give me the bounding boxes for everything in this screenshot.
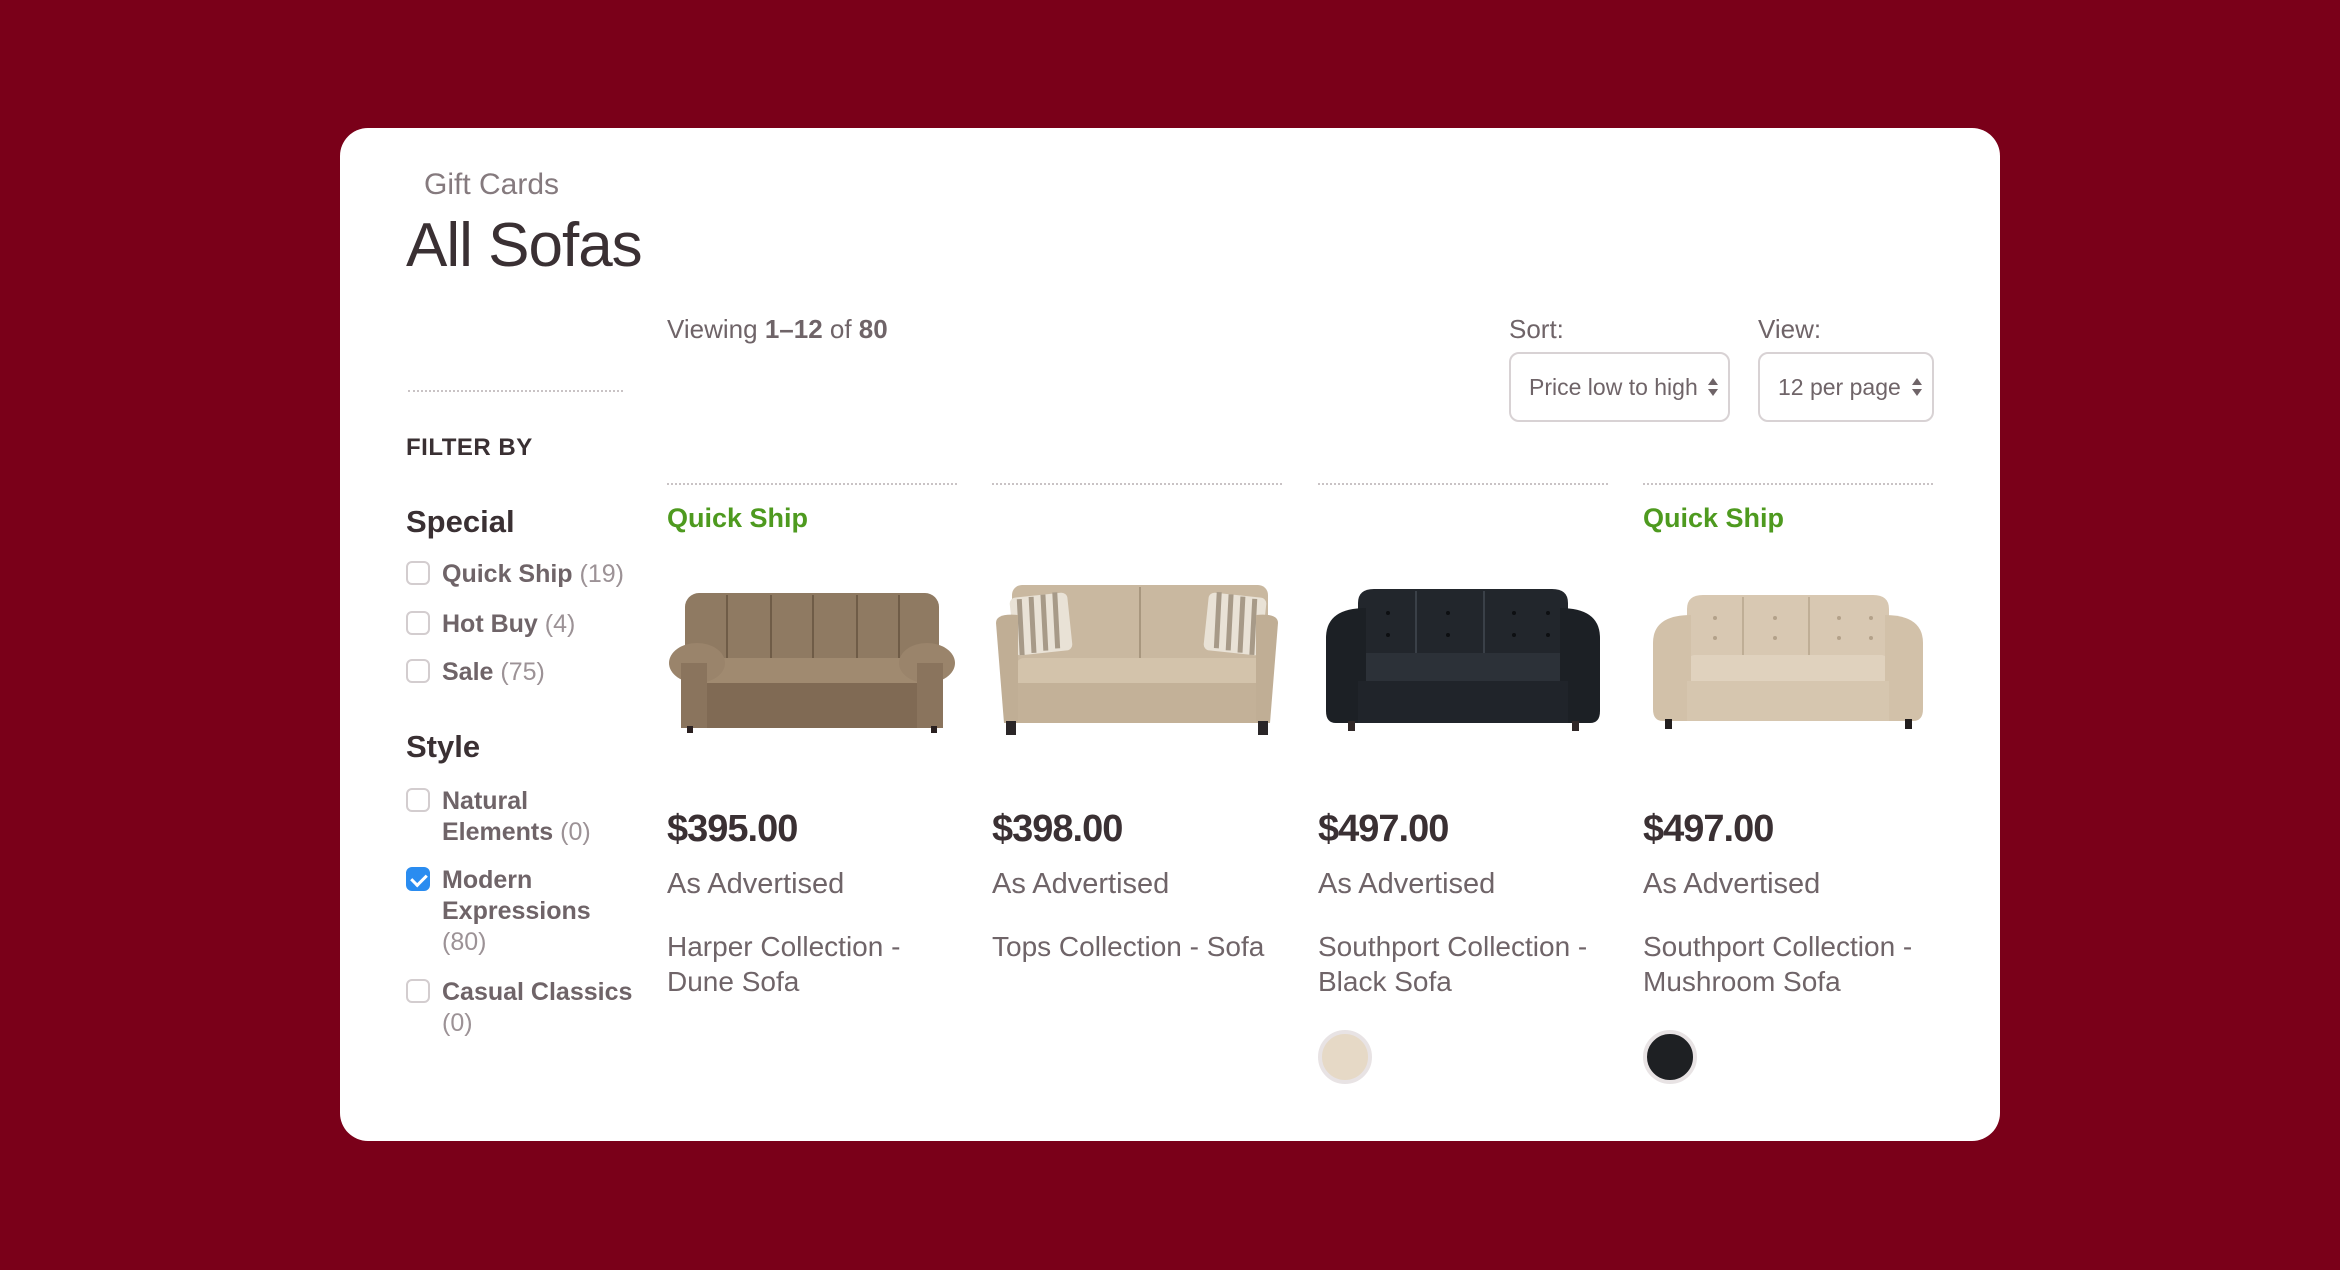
results-range: 1–12: [764, 314, 823, 344]
page-title: All Sofas: [406, 211, 643, 280]
sofa-leg: [931, 726, 937, 733]
breadcrumb-gift-cards[interactable]: Gift Cards: [424, 168, 559, 202]
filter-by-heading: FILTER BY: [406, 434, 533, 461]
filter-label: Quick Ship: [442, 560, 573, 588]
sofa-arm-right: [1256, 614, 1278, 723]
select-arrows-icon: [1912, 377, 1922, 397]
sort-select[interactable]: Price low to high: [1509, 352, 1730, 422]
product-divider: [992, 483, 1282, 485]
checkbox-casual-classics[interactable]: [406, 979, 430, 1003]
results-prefix: Viewing: [667, 314, 765, 344]
sofa-seat: [1687, 655, 1889, 683]
filter-label: Hot Buy: [442, 610, 538, 638]
product-note: As Advertised: [667, 868, 845, 900]
sofa-base: [1358, 681, 1568, 723]
filter-label: Natural Elements: [442, 787, 554, 846]
checkbox-hot-buy[interactable]: [406, 611, 430, 635]
sort-select-value: Price low to high: [1529, 373, 1698, 400]
product-divider: [667, 483, 957, 485]
product-note: As Advertised: [992, 868, 1170, 900]
checkbox-quick-ship[interactable]: [406, 561, 430, 585]
sofa-beige-pillows-image[interactable]: [992, 563, 1282, 738]
select-arrows-icon: [1708, 377, 1718, 397]
filter-count: (0): [560, 818, 591, 846]
product-name-link[interactable]: Southport Collection - Mushroom Sofa: [1643, 929, 1943, 999]
sofa-base: [1010, 683, 1270, 723]
product-note: As Advertised: [1643, 868, 1821, 900]
filter-group-style-title: Style: [406, 729, 481, 764]
sofa-base: [1687, 681, 1889, 721]
quick-ship-badge: Quick Ship: [667, 503, 809, 533]
product-name-link[interactable]: Harper Collection - Dune Sofa: [667, 929, 967, 999]
results-total: 80: [858, 314, 888, 344]
filter-count: (80): [442, 928, 487, 956]
filter-label: Sale: [442, 658, 494, 686]
product-name-link[interactable]: Southport Collection - Black Sofa: [1318, 929, 1618, 999]
product-card[interactable]: $398.00 As Advertised Tops Collection - …: [992, 483, 1282, 962]
product-price: $395.00: [667, 808, 798, 850]
sort-label: Sort:: [1509, 314, 1564, 344]
sofa-back: [1687, 595, 1889, 665]
view-label: View:: [1758, 314, 1822, 344]
sofa-leg: [1572, 721, 1579, 731]
filter-group-special-title: Special: [406, 504, 515, 539]
filter-sale[interactable]: Sale (75): [406, 657, 646, 688]
striped-pillow-left: [1009, 592, 1073, 656]
product-card[interactable]: Quick Ship $497.00 As Advertised Southpo…: [1643, 483, 1933, 1084]
view-select[interactable]: 12 per page: [1758, 352, 1934, 422]
sofa-back: [1358, 589, 1568, 663]
sofa-arm-right: [1885, 615, 1923, 721]
product-divider: [1318, 483, 1608, 485]
sidebar-divider: [408, 390, 623, 392]
sofa-black-leather-image[interactable]: [1318, 563, 1608, 738]
product-name-link[interactable]: Tops Collection - Sofa: [992, 929, 1292, 964]
filter-count: (75): [500, 658, 545, 686]
product-listing-card: Gift Cards All Sofas Viewing 1–12 of 80 …: [340, 128, 2000, 1141]
sofa-leg: [1905, 719, 1912, 729]
product-divider: [1643, 483, 1933, 485]
sofa-side-left: [681, 663, 707, 728]
product-note: As Advertised: [1318, 868, 1496, 900]
filter-natural-elements[interactable]: Natural Elements (0): [406, 786, 606, 848]
filter-quick-ship[interactable]: Quick Ship (19): [406, 559, 646, 590]
sofa-seat: [1358, 653, 1568, 683]
sofa-side-right: [917, 663, 943, 728]
sofa-leg: [687, 726, 693, 733]
product-price: $497.00: [1643, 808, 1774, 850]
color-swatch-mushroom[interactable]: [1318, 1030, 1372, 1084]
checkbox-modern-expressions[interactable]: [406, 867, 430, 891]
product-card[interactable]: $497.00 As Advertised Southport Collecti…: [1318, 483, 1608, 1084]
filter-modern-expressions[interactable]: Modern Expressions (80): [406, 865, 606, 958]
filter-count: (0): [442, 1009, 473, 1037]
view-select-value: 12 per page: [1778, 373, 1901, 400]
checkbox-natural-elements[interactable]: [406, 788, 430, 812]
product-card[interactable]: Quick Ship $395.00 As Advertised Harper …: [667, 483, 957, 997]
sofa-leg: [1665, 719, 1672, 729]
sofa-leg: [1006, 721, 1016, 735]
sofa-mushroom-leather-image[interactable]: [1643, 563, 1933, 738]
checkbox-sale[interactable]: [406, 659, 430, 683]
results-count: Viewing 1–12 of 80: [667, 314, 888, 345]
product-price: $398.00: [992, 808, 1123, 850]
sofa-arm-left: [1653, 615, 1691, 721]
filter-count: (19): [579, 560, 625, 588]
quick-ship-badge: Quick Ship: [1643, 503, 1785, 533]
filter-label: Casual Classics: [442, 978, 633, 1006]
sofa-arm-left: [996, 614, 1018, 723]
sofa-leg: [1258, 721, 1268, 735]
color-swatch-black[interactable]: [1643, 1030, 1697, 1084]
sofa-brown-plush-image[interactable]: [667, 563, 957, 738]
filter-hot-buy[interactable]: Hot Buy (4): [406, 609, 646, 640]
sofa-leg: [1348, 721, 1355, 731]
filter-casual-classics[interactable]: Casual Classics (0): [406, 977, 636, 1039]
product-price: $497.00: [1318, 808, 1449, 850]
sofa-base: [691, 683, 933, 728]
filter-count: (4): [544, 610, 576, 638]
filter-label: Modern Expressions: [442, 866, 591, 925]
results-of: of: [822, 314, 859, 344]
